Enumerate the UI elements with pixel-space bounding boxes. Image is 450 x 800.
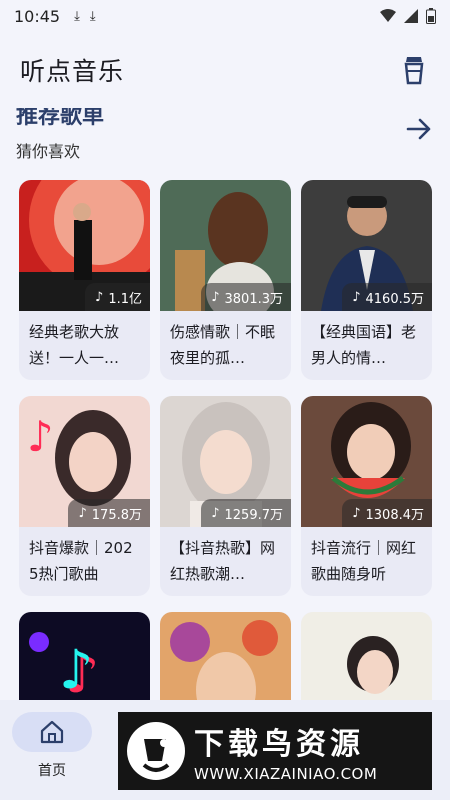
section-title: 推荐歌单: [16, 108, 105, 129]
nav-home-label: 首页: [38, 763, 66, 779]
play-count-badge: ♪ 3801.3万: [201, 283, 291, 311]
wifi-icon: [380, 9, 396, 22]
play-count: 1.1亿: [108, 291, 142, 307]
bird-logo-icon: [127, 722, 185, 780]
playlist-cover: ♪ 1308.4万: [301, 396, 432, 527]
music-note-icon: ♪: [352, 505, 361, 521]
status-bar: 10:45 ⤓ ⤓: [0, 0, 450, 32]
playlist-cover: ♪ 3801.3万: [160, 180, 291, 311]
watermark-banner: 下载鸟资源 WWW.XIAZAINIAO.COM: [118, 712, 432, 790]
play-count: 3801.3万: [224, 291, 284, 307]
svg-text:♪: ♪: [59, 638, 93, 700]
signal-icon: [404, 9, 418, 23]
playlist-cover: [160, 612, 291, 700]
app-title: 听点音乐: [20, 57, 125, 86]
play-count-badge: ♪ 175.8万: [68, 499, 150, 527]
play-count: 4160.5万: [365, 291, 425, 307]
playlist-cover: ♪ 1.1亿: [19, 180, 150, 311]
playlist-card[interactable]: ♪ ♪: [19, 612, 150, 700]
svg-text:♪: ♪: [27, 412, 54, 461]
playlist-card[interactable]: ♪ 1308.4万 抖音流行｜网红歌曲随身听: [301, 396, 432, 596]
music-note-icon: ♪: [352, 289, 361, 305]
playlist-title: 【抖音热歌】网红热歌潮…: [170, 539, 276, 583]
play-count: 175.8万: [91, 507, 142, 523]
app-bar: 听点音乐: [0, 32, 450, 108]
playlist-cover: ♪ 4160.5万: [301, 180, 432, 311]
playlist-cover: [301, 612, 432, 700]
playlist-cover: ♪ ♪ 175.8万: [19, 396, 150, 527]
battery-icon: [426, 8, 436, 24]
playlist-title: 抖音爆款｜2025热门歌曲: [29, 539, 133, 583]
playlist-card[interactable]: ♪ 1259.7万 【抖音热歌】网红热歌潮…: [160, 396, 291, 596]
playlist-cover: ♪ ♪: [19, 612, 150, 700]
section-subtitle: 猜你喜欢: [16, 142, 81, 161]
download-icon: ⤓: [74, 8, 80, 24]
cup-icon: [404, 57, 424, 85]
play-count-badge: ♪ 4160.5万: [342, 283, 432, 311]
play-count-badge: ♪ 1259.7万: [201, 499, 291, 527]
home-icon: [40, 720, 64, 744]
watermark-url: WWW.XIAZAINIAO.COM: [194, 765, 378, 783]
download-icon: ⤓: [89, 8, 96, 24]
playlist-card[interactable]: ♪ 3801.3万 伤感情歌｜不眠夜里的孤…: [160, 180, 291, 380]
playlist-cover: ♪ 1259.7万: [160, 396, 291, 527]
play-count-badge: ♪ 1.1亿: [85, 283, 150, 311]
playlist-title: 【经典国语】老男人的情…: [311, 323, 417, 367]
content-scroll[interactable]: 推荐歌单 猜你喜欢 ♪ 1.1亿 经典老歌大放送！一人一… ♪ 3801.3万 …: [0, 108, 450, 700]
play-count-badge: ♪ 1308.4万: [342, 499, 432, 527]
play-count: 1308.4万: [365, 507, 425, 523]
watermark-name: 下载鸟资源: [194, 727, 364, 762]
section-header: 推荐歌单 猜你喜欢: [0, 108, 450, 172]
playlist-card[interactable]: [160, 612, 291, 700]
cup-button[interactable]: [398, 52, 430, 88]
playlist-title: 伤感情歌｜不眠夜里的孤…: [170, 323, 276, 367]
playlist-grid: ♪ 1.1亿 经典老歌大放送！一人一… ♪ 3801.3万 伤感情歌｜不眠夜里的…: [19, 180, 432, 700]
playlist-card[interactable]: ♪ 4160.5万 【经典国语】老男人的情…: [301, 180, 432, 380]
music-note-icon: ♪: [78, 505, 87, 521]
playlist-card[interactable]: ♪ 1.1亿 经典老歌大放送！一人一…: [19, 180, 150, 380]
arrow-right-icon[interactable]: [404, 114, 434, 144]
playlist-title: 经典老歌大放送！一人一…: [29, 323, 120, 367]
status-time: 10:45: [14, 6, 61, 26]
play-count: 1259.7万: [224, 507, 284, 523]
playlist-card[interactable]: ♪ ♪ 175.8万 抖音爆款｜2025热门歌曲: [19, 396, 150, 596]
playlist-title: 抖音流行｜网红歌曲随身听: [311, 539, 417, 583]
music-note-icon: ♪: [211, 505, 220, 521]
music-note-icon: ♪: [95, 289, 104, 305]
music-note-icon: ♪: [211, 289, 220, 305]
nav-home[interactable]: [12, 712, 92, 752]
playlist-card[interactable]: [301, 612, 432, 700]
